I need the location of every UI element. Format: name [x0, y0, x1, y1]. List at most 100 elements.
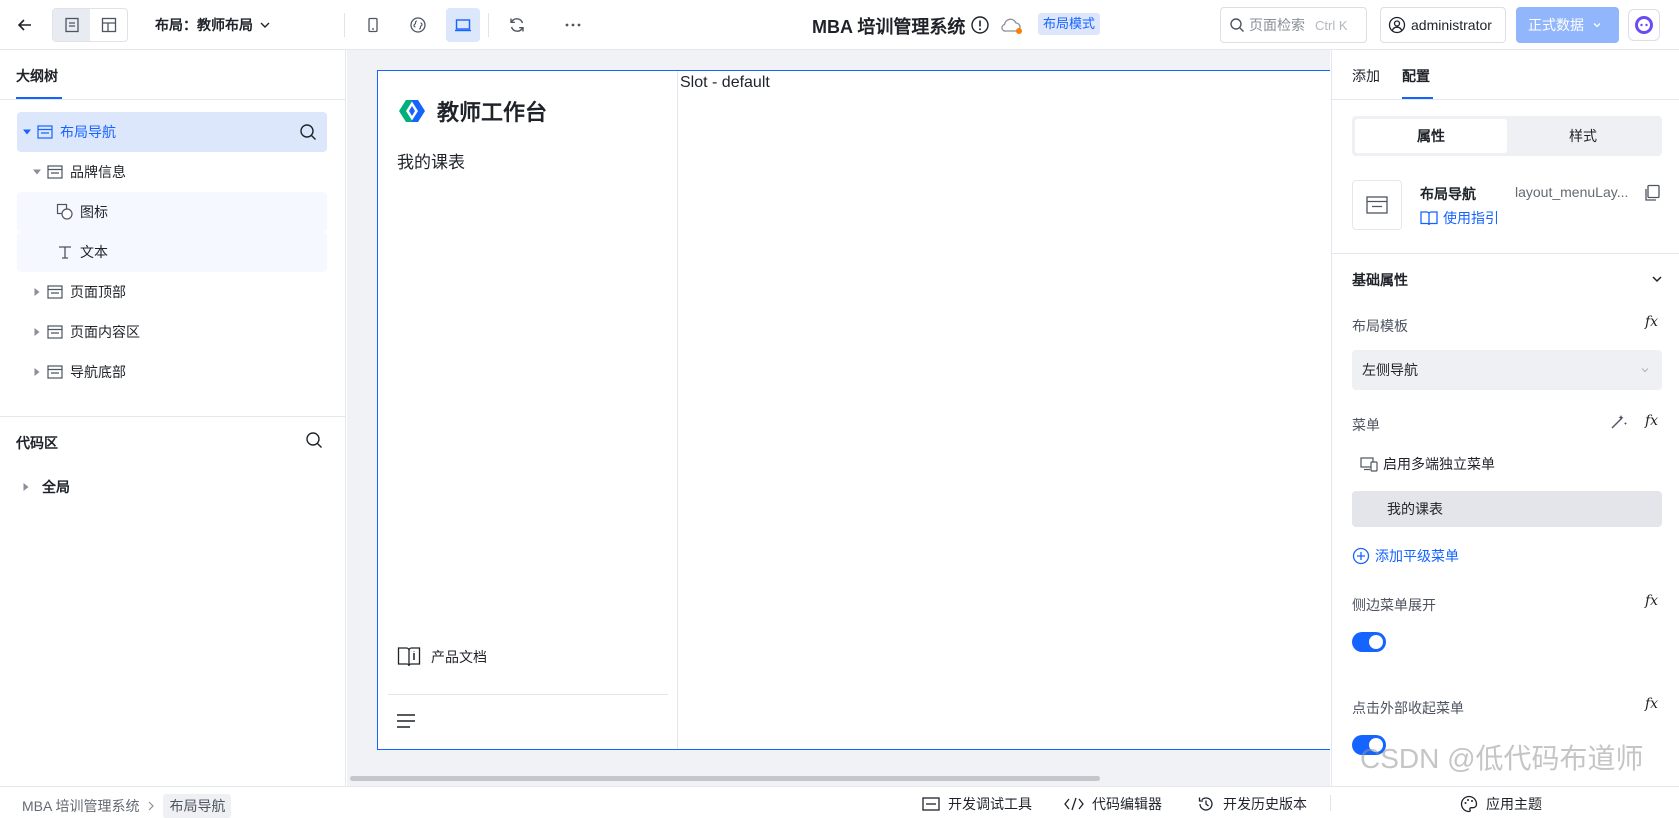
- product-docs-label: 产品文档: [431, 649, 487, 665]
- ai-assistant-button[interactable]: [1628, 9, 1660, 41]
- prop-label-side-expand: 侧边菜单展开: [1352, 597, 1436, 613]
- dev-tools-button[interactable]: 开发调试工具: [922, 794, 1032, 814]
- fx-icon[interactable]: fx: [1645, 314, 1658, 330]
- history-versions-label: 开发历史版本: [1223, 796, 1307, 812]
- arrow-left-icon: [17, 19, 31, 31]
- tree-node-text[interactable]: 文本: [17, 232, 327, 272]
- code-editor-label: 代码编辑器: [1092, 796, 1162, 812]
- tree-node-brand-info[interactable]: 品牌信息: [17, 152, 327, 192]
- user-icon: [1388, 16, 1406, 34]
- history-versions-button[interactable]: 开发历史版本: [1197, 794, 1307, 814]
- layout-selector[interactable]: 布局：教师布局: [155, 13, 271, 37]
- caret-down-icon[interactable]: [32, 167, 42, 177]
- tree-node-nav-footer[interactable]: 导航底部: [17, 352, 327, 392]
- tree-node-label: 布局导航: [60, 124, 116, 140]
- layout-template-select[interactable]: 左侧导航: [1352, 350, 1662, 390]
- multi-terminal-menu-label: 启用多端独立菜单: [1383, 456, 1495, 472]
- debug-panel-icon: [922, 797, 940, 811]
- mobile-preview-button[interactable]: [356, 8, 390, 42]
- more-button[interactable]: [556, 8, 590, 42]
- code-editor-button[interactable]: 代码编辑器: [1064, 794, 1162, 814]
- add-sibling-menu-label: 添加平级菜单: [1375, 548, 1459, 564]
- caret-right-icon[interactable]: [32, 367, 42, 377]
- breadcrumb: MBA 培训管理系统 布局导航: [22, 794, 232, 818]
- prop-style-switch: 属性 样式: [1352, 116, 1662, 156]
- prop-label-click-outside-collapse: 点击外部收起菜单: [1352, 700, 1464, 716]
- refresh-button[interactable]: [500, 8, 534, 42]
- search-icon[interactable]: [305, 431, 323, 449]
- segment-style[interactable]: 样式: [1507, 119, 1659, 153]
- design-canvas: 教师工作台 我的课表 产品文档 Slot - default: [347, 50, 1330, 786]
- user-menu[interactable]: administrator: [1380, 7, 1506, 43]
- tree-node-page-content[interactable]: 页面内容区: [17, 312, 327, 352]
- nav-menu-item[interactable]: 我的课表: [397, 148, 465, 173]
- cloud-icon: [1001, 18, 1022, 34]
- product-docs-link[interactable]: 产品文档: [397, 646, 487, 668]
- menu-entry-item[interactable]: 我的课表: [1352, 491, 1662, 527]
- devices-icon: [1360, 457, 1378, 472]
- add-sibling-menu-button[interactable]: 添加平级菜单: [1352, 546, 1459, 566]
- copy-icon[interactable]: [1643, 184, 1661, 202]
- layout-frame[interactable]: 教师工作台 我的课表 产品文档 Slot - default: [377, 70, 1330, 750]
- collapse-menu-button[interactable]: [397, 714, 415, 728]
- ai-assistant-icon: [1635, 16, 1653, 34]
- divider: [388, 694, 668, 695]
- desktop-preview-button[interactable]: [446, 8, 480, 42]
- horizontal-scrollbar[interactable]: [350, 776, 1100, 781]
- code-area-title: 代码区: [16, 435, 58, 451]
- tab-add[interactable]: 添加: [1352, 66, 1380, 86]
- side-navigation: 教师工作台 我的课表 产品文档: [378, 71, 678, 749]
- brand-info[interactable]: 教师工作台: [397, 95, 547, 127]
- divider: [1330, 795, 1331, 811]
- data-env-label: 正式数据: [1528, 17, 1584, 33]
- layout-icon: [101, 17, 116, 33]
- fx-icon[interactable]: fx: [1645, 413, 1658, 429]
- page-search-input[interactable]: 页面检索 Ctrl K: [1220, 7, 1367, 43]
- tab-outline[interactable]: 大纲树: [16, 66, 58, 86]
- more-icon: [565, 23, 581, 27]
- divider: [1332, 99, 1679, 100]
- breadcrumb-root[interactable]: MBA 培训管理系统: [22, 796, 139, 816]
- usage-guide-link[interactable]: 使用指引: [1420, 208, 1499, 228]
- fx-icon[interactable]: fx: [1645, 696, 1658, 712]
- history-icon: [1198, 797, 1213, 811]
- fx-icon[interactable]: fx: [1645, 593, 1658, 609]
- app-theme-button[interactable]: 应用主题: [1460, 794, 1542, 814]
- caret-down-icon[interactable]: [22, 127, 32, 137]
- layout-view-button[interactable]: [90, 9, 127, 41]
- page-view-button[interactable]: [53, 9, 90, 41]
- tree-node-icon[interactable]: 图标: [17, 192, 327, 232]
- component-block-icon: [46, 323, 64, 341]
- side-expand-toggle[interactable]: [1352, 632, 1386, 652]
- app-theme-label: 应用主题: [1486, 796, 1542, 812]
- tree-node-label: 导航底部: [70, 364, 126, 380]
- tree-node-layout-nav[interactable]: 布局导航: [17, 112, 327, 152]
- brand-text: 教师工作台: [437, 100, 548, 125]
- segment-props[interactable]: 属性: [1355, 119, 1507, 153]
- code-node-global[interactable]: 全局: [22, 477, 70, 497]
- default-slot[interactable]: Slot - default: [680, 74, 770, 92]
- tree-node-page-header[interactable]: 页面顶部: [17, 272, 327, 312]
- magic-wand-icon[interactable]: [1610, 412, 1628, 430]
- divider: [488, 13, 489, 37]
- click-outside-collapse-toggle[interactable]: [1352, 735, 1386, 755]
- back-button[interactable]: [8, 8, 42, 42]
- multi-terminal-menu-option[interactable]: 启用多端独立菜单: [1360, 454, 1495, 474]
- refresh-icon: [510, 18, 524, 32]
- caret-right-icon[interactable]: [32, 327, 42, 337]
- caret-right-icon[interactable]: [32, 287, 42, 297]
- chevron-down-icon[interactable]: [1650, 272, 1664, 286]
- search-shortcut: Ctrl K: [1315, 17, 1348, 33]
- tree-node-label: 文本: [80, 244, 108, 260]
- tree-node-label: 品牌信息: [70, 164, 126, 180]
- miniprogram-preview-button[interactable]: [401, 8, 435, 42]
- app-info-button[interactable]: [970, 15, 990, 35]
- data-env-selector[interactable]: 正式数据: [1516, 7, 1619, 43]
- component-block-icon: [46, 363, 64, 381]
- tab-config[interactable]: 配置: [1402, 66, 1430, 86]
- search-icon[interactable]: [299, 123, 317, 141]
- cloud-sync-status[interactable]: [1000, 16, 1024, 36]
- book-icon: [397, 647, 421, 667]
- breadcrumb-current[interactable]: 布局导航: [163, 794, 232, 818]
- section-basic-props[interactable]: 基础属性: [1352, 270, 1408, 290]
